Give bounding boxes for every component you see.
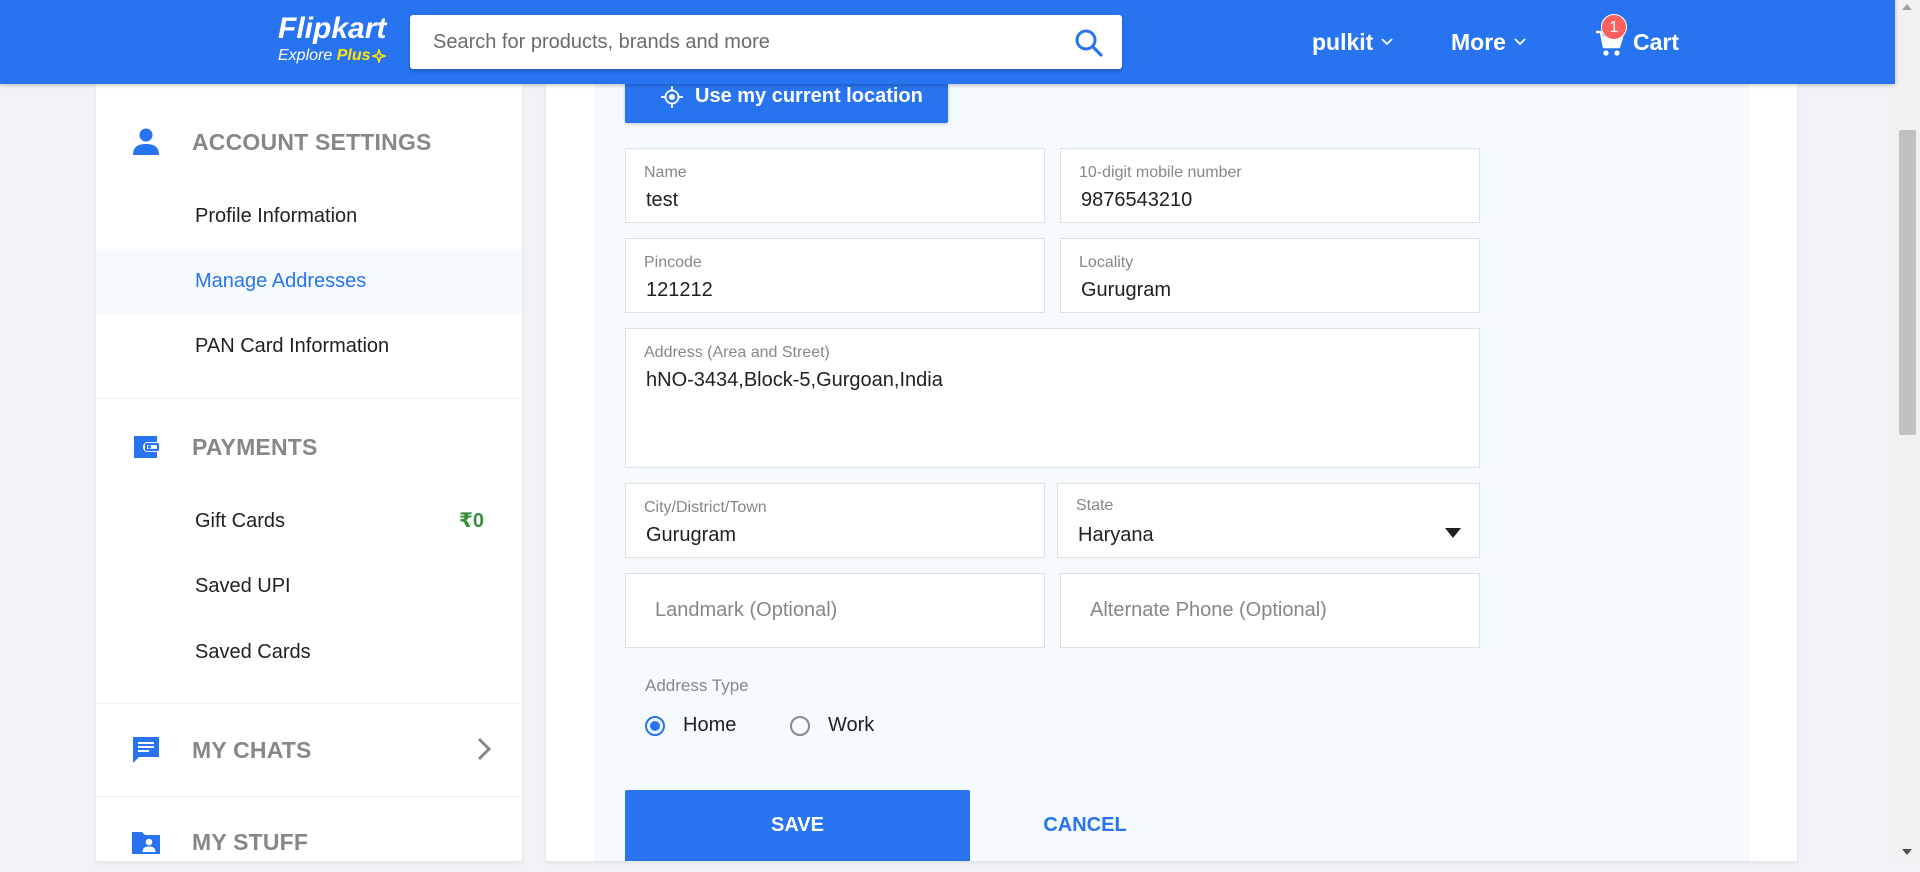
field-label: 10-digit mobile number [1079,164,1242,181]
section-title: MY CHATS [192,736,312,763]
sidebar-item-saved-cards[interactable]: Saved Cards [96,620,522,685]
sidebar-item-saved-upi[interactable]: Saved UPI [96,554,522,619]
logo-tagline-prefix: Explore [278,47,337,64]
locality-input[interactable] [1081,279,1437,302]
user-name: pulkit [1312,29,1374,55]
cart-label: Cart [1633,29,1680,55]
section-my-chats[interactable]: MY CHATS [96,720,522,780]
state-selected-value: Haryana [1078,524,1154,546]
cancel-button[interactable]: CANCEL [1030,790,1140,861]
gift-card-balance: ₹0 [458,510,484,532]
wallet-icon [134,436,160,458]
alternate-phone-placeholder: Alternate Phone (Optional) [1090,599,1327,621]
chat-icon [133,737,159,763]
city-input[interactable] [646,524,1002,547]
section-title: ACCOUNT SETTINGS [192,128,432,155]
save-button[interactable]: SAVE [625,790,970,861]
scroll-thumb[interactable] [1899,130,1916,435]
sidebar-item-label: Saved Cards [195,641,311,663]
field-label: Address (Area and Street) [644,344,830,361]
location-crosshair-icon [661,85,683,108]
page-scrollbar[interactable] [1895,0,1920,861]
account-sidebar: ACCOUNT SETTINGS Profile Information Man… [96,84,522,861]
scroll-up-arrow-icon[interactable] [1902,4,1912,10]
sidebar-item-manage-addresses[interactable]: Manage Addresses [96,249,522,314]
logo-tagline-plus: Plus [336,47,371,64]
name-input[interactable] [646,189,1002,212]
pincode-input[interactable] [646,279,1002,302]
divider [96,703,522,704]
plus-star-icon [371,48,386,63]
radio-label: Home [683,714,737,736]
sidebar-item-pan-card-information[interactable]: PAN Card Information [96,314,522,379]
mobile-input[interactable] [1081,189,1437,212]
landmark-field[interactable]: Landmark (Optional) [625,573,1045,648]
mobile-field: 10-digit mobile number [1060,148,1480,223]
chevron-down-icon [1514,38,1526,46]
radio-label: Work [828,714,875,736]
field-label: Locality [1079,254,1134,271]
sidebar-item-label: Saved UPI [195,575,291,597]
top-header: Flipkart Explore Plus pulkit More 1 Cart [0,0,1895,84]
user-icon [133,128,159,155]
dropdown-arrow-icon [1445,528,1461,538]
sidebar-item-gift-cards[interactable]: Gift Cards ₹0 [96,489,522,554]
city-field: City/District/Town [625,483,1045,558]
name-field: Name [625,148,1045,223]
logo-wordmark: Flipkart [278,12,387,45]
section-my-stuff: MY STUFF [96,812,522,872]
section-title: PAYMENTS [192,433,318,460]
divider [96,398,522,399]
cart-button[interactable]: 1 Cart [1595,14,1705,74]
field-label: Pincode [644,254,702,271]
chevron-right-icon [477,737,492,761]
field-label: City/District/Town [644,499,767,516]
address-field: Address (Area and Street) hNO-3434,Block… [625,328,1480,468]
field-label: Name [644,164,687,181]
sidebar-item-label: PAN Card Information [195,335,390,357]
radio-checked-icon [645,715,665,736]
state-select[interactable]: State Haryana [1057,483,1480,558]
location-button-label: Use my current location [695,85,923,107]
more-menu[interactable]: More [1451,24,1526,60]
cart-count-badge: 1 [1601,14,1627,40]
address-type-home-radio[interactable]: Home [645,714,736,737]
address-type-label: Address Type [645,676,749,695]
divider [96,796,522,797]
radio-unchecked-icon [790,715,810,736]
flipkart-logo[interactable]: Flipkart Explore Plus [278,12,396,72]
logo-tagline: Explore Plus [278,46,396,66]
address-textarea[interactable]: hNO-3434,Block-5,Gurgoan,India [646,367,1372,447]
more-label: More [1451,29,1506,55]
chevron-down-icon [1381,38,1393,46]
pincode-field: Pincode [625,238,1045,313]
address-type-work-radio[interactable]: Work [790,714,874,737]
search-input[interactable] [410,15,1053,69]
scroll-down-arrow-icon[interactable] [1902,849,1912,855]
section-payments: PAYMENTS [96,417,522,477]
search-bar [410,15,1122,69]
landmark-placeholder: Landmark (Optional) [655,599,838,621]
alternate-phone-field[interactable]: Alternate Phone (Optional) [1060,573,1480,648]
sidebar-item-profile-information[interactable]: Profile Information [96,184,522,249]
user-menu[interactable]: pulkit [1312,24,1393,60]
section-title: MY STUFF [192,828,309,855]
locality-field: Locality [1060,238,1480,313]
search-icon[interactable] [1074,28,1104,58]
sidebar-item-label: Manage Addresses [195,270,367,292]
field-label: State [1076,497,1114,514]
sidebar-item-label: Profile Information [195,205,358,227]
folder-user-icon [132,832,160,854]
section-account-settings: ACCOUNT SETTINGS [96,112,522,172]
sidebar-item-label: Gift Cards [195,510,286,532]
